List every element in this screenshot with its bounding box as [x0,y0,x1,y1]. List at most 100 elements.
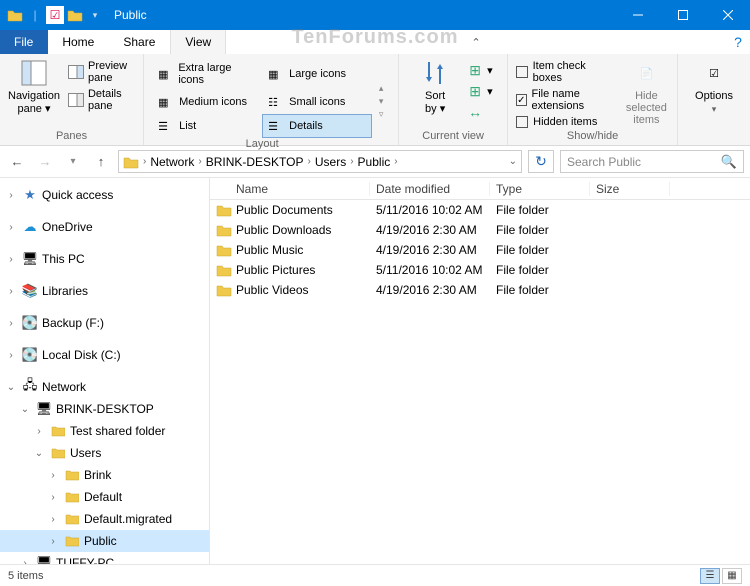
table-row[interactable]: Public Documents5/11/2016 10:02 AMFile f… [210,200,750,220]
chevron-right-icon[interactable]: › [141,156,148,167]
chevron-right-icon[interactable]: › [196,156,203,167]
layout-small[interactable]: ☷Small icons [262,90,372,114]
refresh-button[interactable]: ↻ [528,150,554,173]
address-dropdown-icon[interactable]: ⌄ [509,156,517,167]
add-columns-button[interactable]: ⊞▾ [463,81,499,101]
tree-quick-access[interactable]: ›★Quick access [0,184,209,206]
tree-users[interactable]: ⌄Users [0,442,209,464]
col-name[interactable]: Name [210,182,370,196]
tab-view[interactable]: View [170,30,226,54]
file-type: File folder [490,203,590,217]
checkbox-item-check[interactable]: Item check boxes [516,58,614,86]
breadcrumb[interactable]: BRINK-DESKTOP [206,155,304,169]
group-by-button[interactable]: ⊞▾ [463,60,499,80]
col-date[interactable]: Date modified [370,182,490,196]
sort-by-button[interactable]: Sort by ▾ [407,58,463,122]
chevron-right-icon[interactable]: › [306,156,313,167]
tree-brink-desktop[interactable]: ⌄🖥BRINK-DESKTOP [0,398,209,420]
col-size[interactable]: Size [590,182,670,196]
size-columns-button[interactable]: ↔ [463,102,499,122]
navigation-pane-button[interactable]: Navigation pane ▾ [8,58,60,115]
ribbon-group-label-showhide: Show/hide [516,130,669,145]
options-button[interactable]: ☑ Options ▾ [686,58,742,115]
layout-more[interactable]: ▴▾▿ [372,58,390,145]
tab-share[interactable]: Share [109,30,170,54]
list-header[interactable]: Name Date modified Type Size [210,178,750,200]
help-icon[interactable]: ? [726,30,750,54]
tree-brink-user[interactable]: ›Brink [0,464,209,486]
view-thumbnails-button[interactable]: ▦ [722,568,742,584]
table-row[interactable]: Public Videos4/19/2016 2:30 AMFile folde… [210,280,750,300]
tree-onedrive[interactable]: ›☁OneDrive [0,216,209,238]
tree-tuffy-pc[interactable]: ›🖥TUFFY-PC [0,552,209,564]
checkbox-file-ext[interactable]: ✓File name extensions [516,86,614,114]
breadcrumb[interactable]: Users [315,155,346,169]
window-title: Public [114,8,147,22]
file-name: Public Documents [236,203,333,217]
status-bar: 5 items ☰ ▦ [0,564,750,586]
back-button[interactable]: ← [6,151,28,173]
main-area: ›★Quick access ›☁OneDrive ›🖥This PC ›📚Li… [0,178,750,564]
maximize-button[interactable] [660,0,705,30]
address-bar[interactable]: › Network › BRINK-DESKTOP › Users › Publ… [118,150,522,173]
layout-extra-large[interactable]: ▦Extra large icons [152,58,262,90]
qat-sep: | [26,6,44,24]
qat-properties[interactable]: ☑ [46,6,64,24]
file-date: 4/19/2016 2:30 AM [370,243,490,257]
tree-default[interactable]: ›Default [0,486,209,508]
layout-large[interactable]: ▦Large icons [262,58,372,90]
title-bar: | ☑ ▾ Public [0,0,750,30]
search-icon: 🔍 [721,154,737,170]
forward-button[interactable]: → [34,151,56,173]
chevron-right-icon[interactable]: › [348,156,355,167]
tree-public[interactable]: ›Public [0,530,209,552]
status-count: 5 items [8,570,43,582]
file-date: 4/19/2016 2:30 AM [370,283,490,297]
minimize-button[interactable] [615,0,660,30]
layout-medium[interactable]: ▦Medium icons [152,90,262,114]
ribbon-tabs: File Home Share View ⌃ ? [0,30,750,54]
tree-view[interactable]: ›★Quick access ›☁OneDrive ›🖥This PC ›📚Li… [0,178,210,564]
ribbon-group-options: ☑ Options ▾ [678,54,750,145]
tree-thispc[interactable]: ›🖥This PC [0,248,209,270]
tab-home[interactable]: Home [48,30,109,54]
tree-network[interactable]: ⌄🖧Network [0,376,209,398]
breadcrumb[interactable]: Network [150,155,194,169]
tree-libraries[interactable]: ›📚Libraries [0,280,209,302]
chevron-right-icon[interactable]: › [392,156,399,167]
col-type[interactable]: Type [490,182,590,196]
ribbon: Navigation pane ▾ Preview pane Details p… [0,54,750,146]
file-type: File folder [490,283,590,297]
tree-localdisk[interactable]: ›💽Local Disk (C:) [0,344,209,366]
checkbox-hidden-items[interactable]: Hidden items [516,114,614,130]
search-input[interactable]: Search Public 🔍 [560,150,744,173]
table-row[interactable]: Public Music4/19/2016 2:30 AMFile folder [210,240,750,260]
layout-list[interactable]: ☰List [152,114,262,138]
file-name: Public Downloads [236,223,331,237]
breadcrumb[interactable]: Public [358,155,391,169]
collapse-ribbon-icon[interactable]: ⌃ [465,30,487,54]
tree-test-shared[interactable]: ›Test shared folder [0,420,209,442]
table-row[interactable]: Public Pictures5/11/2016 10:02 AMFile fo… [210,260,750,280]
file-type: File folder [490,243,590,257]
ribbon-group-showhide: Item check boxes ✓File name extensions H… [508,54,678,145]
details-pane-button[interactable]: Details pane [64,86,135,114]
qat-newfolder[interactable] [66,6,84,24]
layout-details[interactable]: ☰Details [262,114,372,138]
table-row[interactable]: Public Downloads4/19/2016 2:30 AMFile fo… [210,220,750,240]
file-type: File folder [490,223,590,237]
qat-dropdown[interactable]: ▾ [86,6,104,24]
tab-file[interactable]: File [0,30,48,54]
file-name: Public Pictures [236,263,315,277]
ribbon-group-label-current: Current view [407,130,499,145]
up-button[interactable]: ↑ [90,151,112,173]
file-date: 5/11/2016 10:02 AM [370,263,490,277]
hide-selected-button[interactable]: 📄 Hide selected items [624,58,669,130]
close-button[interactable] [705,0,750,30]
preview-pane-button[interactable]: Preview pane [64,58,135,86]
ribbon-group-current-view: Sort by ▾ ⊞▾ ⊞▾ ↔ Current view [399,54,508,145]
tree-default-migrated[interactable]: ›Default.migrated [0,508,209,530]
tree-backup[interactable]: ›💽Backup (F:) [0,312,209,334]
recent-dropdown[interactable]: ▾ [62,151,84,173]
view-details-button[interactable]: ☰ [700,568,720,584]
